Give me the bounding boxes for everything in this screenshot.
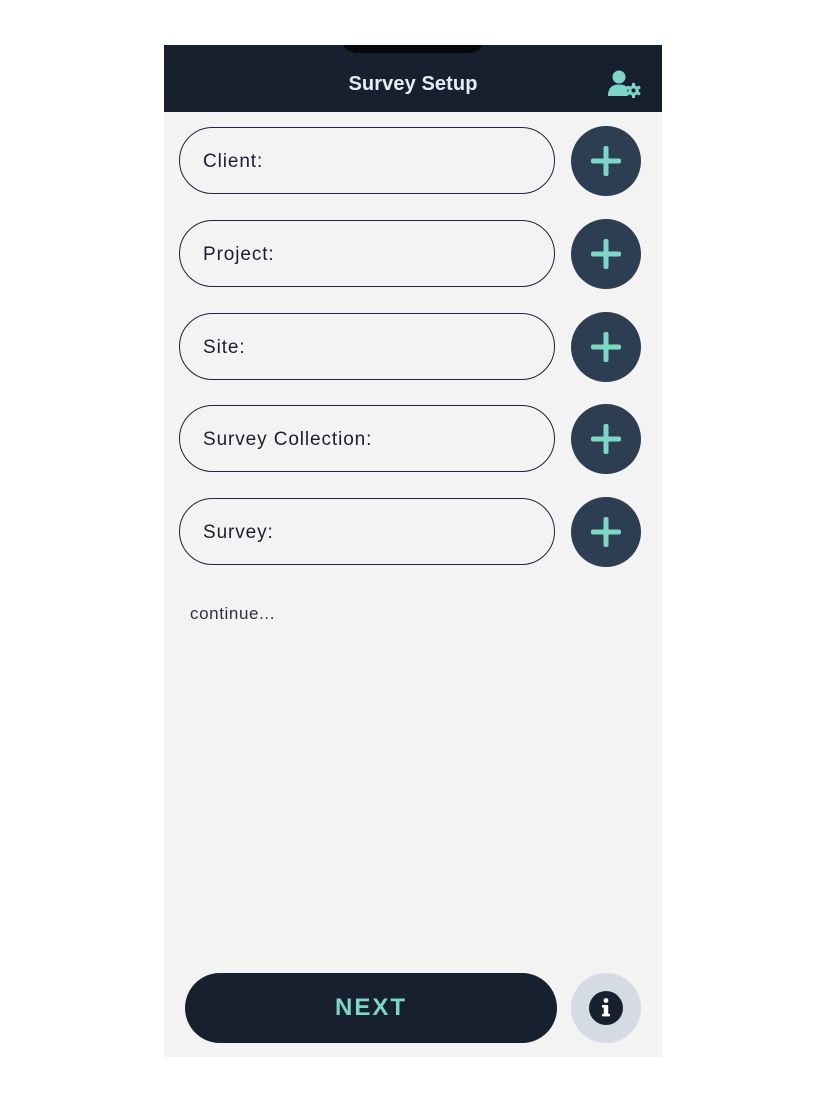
survey-collection-field[interactable]: Survey Collection: [179,405,555,472]
site-field-label: Site: [203,337,246,358]
client-row: Client: [179,126,641,197]
survey-row: Survey: [179,497,641,568]
survey-collection-field-label: Survey Collection: [203,429,373,450]
continue-text: continue... [190,604,276,623]
site-row: Site: [179,312,641,383]
add-survey-collection-button[interactable] [571,404,641,474]
client-field-label: Client: [203,151,264,172]
plus-icon [591,332,621,362]
app-header: Survey Setup [164,45,662,112]
user-settings-icon[interactable] [608,69,642,99]
plus-icon [591,424,621,454]
info-icon [589,991,623,1025]
plus-icon [591,239,621,269]
project-field-label: Project: [203,244,275,265]
next-button-label: NEXT [334,994,407,1021]
survey-field-label: Survey: [203,522,274,543]
survey-collection-row: Survey Collection: [179,404,641,475]
project-row: Project: [179,219,641,290]
survey-field[interactable]: Survey: [179,498,555,565]
add-site-button[interactable] [571,312,641,382]
device-notch [342,45,484,53]
add-survey-button[interactable] [571,497,641,567]
client-field[interactable]: Client: [179,127,555,194]
plus-icon [591,517,621,547]
page-title: Survey Setup [348,73,478,95]
site-field[interactable]: Site: [179,313,555,380]
info-button[interactable] [571,973,641,1043]
plus-icon [591,146,621,176]
phone-screen: Survey Setup Client: Project: Site: Surv… [164,45,662,1057]
project-field[interactable]: Project: [179,220,555,287]
add-client-button[interactable] [571,126,641,196]
next-button[interactable]: NEXT [185,973,557,1043]
add-project-button[interactable] [571,219,641,289]
